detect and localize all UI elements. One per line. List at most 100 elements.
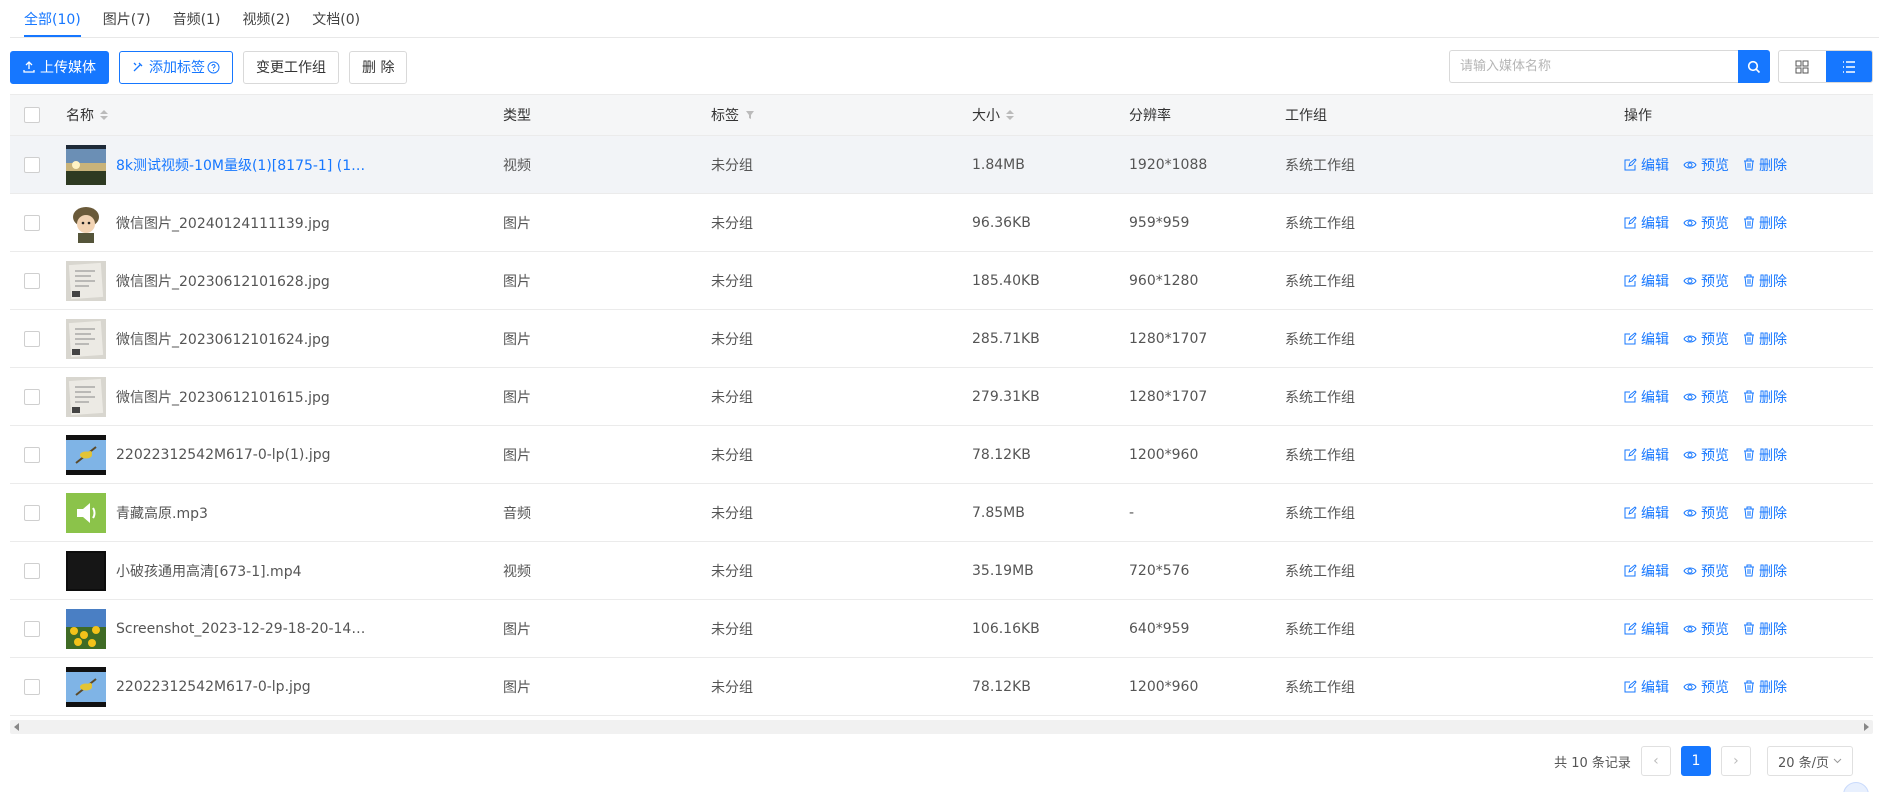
media-name[interactable]: 青藏高原.mp3 [116, 503, 208, 523]
scroll-right-icon[interactable] [1864, 723, 1869, 731]
edit-button[interactable]: 编辑 [1624, 329, 1669, 349]
row-checkbox[interactable] [24, 388, 40, 405]
header-size[interactable]: 大小 [972, 95, 1014, 135]
delete-row-button[interactable]: 删除 [1743, 387, 1787, 407]
delete-row-button[interactable]: 删除 [1743, 619, 1787, 639]
delete-button[interactable]: 删 除 [349, 50, 408, 84]
search-button[interactable] [1738, 50, 1770, 83]
preview-button[interactable]: 预览 [1683, 329, 1729, 349]
edit-button[interactable]: 编辑 [1624, 619, 1669, 639]
tab-documents[interactable]: 文档(0) [312, 9, 360, 37]
table-row[interactable]: 青藏高原.mp3 音频 未分组 7.85MB - 系统工作组 编辑 预览 删除 [10, 484, 1873, 542]
media-thumbnail[interactable] [66, 608, 106, 649]
media-name[interactable]: 8k测试视频-10M量级(1)[8175-1] (1).... [116, 155, 366, 175]
delete-row-button[interactable]: 删除 [1743, 213, 1787, 233]
media-thumbnail[interactable] [66, 492, 106, 533]
row-checkbox[interactable] [24, 446, 40, 463]
row-checkbox[interactable] [24, 504, 40, 521]
media-thumbnail[interactable] [66, 318, 106, 359]
media-thumbnail[interactable] [66, 666, 106, 707]
page-size-select[interactable]: 20 条/页 [1766, 746, 1853, 776]
change-group-button[interactable]: 变更工作组 [243, 50, 339, 84]
tab-all[interactable]: 全部(10) [24, 9, 81, 37]
table-row[interactable]: 22022312542M617-0-lp(1).jpg 图片 未分组 78.12KB 1… [10, 426, 1873, 484]
table-row[interactable]: 微信图片_20230612101624.jpg 图片 未分组 285.71KB 1280… [10, 310, 1873, 368]
row-checkbox[interactable] [24, 330, 40, 347]
tab-audio[interactable]: 音频(1) [173, 9, 221, 37]
delete-row-button[interactable]: 删除 [1743, 561, 1787, 581]
row-checkbox[interactable] [24, 214, 40, 231]
prev-page-button[interactable]: ‹ [1640, 746, 1671, 776]
media-name[interactable]: 22022312542M617-0-lp.jpg [116, 679, 311, 695]
edit-button[interactable]: 编辑 [1624, 677, 1669, 697]
media-thumbnail[interactable] [66, 376, 106, 417]
row-checkbox[interactable] [24, 272, 40, 289]
media-thumbnail[interactable] [66, 144, 106, 185]
media-name[interactable]: 微信图片_20230612101615.jpg [116, 387, 330, 407]
sort-icon[interactable] [1006, 110, 1014, 120]
preview-button[interactable]: 预览 [1683, 503, 1729, 523]
list-view-button[interactable] [1825, 51, 1872, 82]
row-checkbox[interactable] [24, 156, 40, 173]
media-name[interactable]: 微信图片_20230612101628.jpg [116, 271, 330, 291]
table-row[interactable]: 微信图片_20230612101615.jpg 图片 未分组 279.31KB 1280… [10, 368, 1873, 426]
table-row[interactable]: 22022312542M617-0-lp.jpg 图片 未分组 78.12KB 1200… [10, 658, 1873, 716]
row-checkbox[interactable] [24, 562, 40, 579]
media-thumbnail[interactable] [66, 202, 106, 243]
preview-button[interactable]: 预览 [1683, 561, 1729, 581]
media-name[interactable]: Screenshot_2023-12-29-18-20-14-78... [116, 621, 366, 637]
edit-button[interactable]: 编辑 [1624, 561, 1669, 581]
next-page-button[interactable]: › [1720, 746, 1751, 776]
upload-media-button[interactable]: 上传媒体 [10, 50, 109, 84]
table-row[interactable]: Screenshot_2023-12-29-18-20-14-78... 图片 未分… [10, 600, 1873, 658]
media-name[interactable]: 微信图片_20230612101624.jpg [116, 329, 330, 349]
preview-button[interactable]: 预览 [1683, 387, 1729, 407]
media-thumbnail[interactable] [66, 434, 106, 475]
edit-button[interactable]: 编辑 [1624, 271, 1669, 291]
edit-button[interactable]: 编辑 [1624, 503, 1669, 523]
delete-row-button[interactable]: 删除 [1743, 503, 1787, 523]
delete-row-button[interactable]: 删除 [1743, 271, 1787, 291]
edit-button[interactable]: 编辑 [1624, 155, 1669, 175]
header-tag[interactable]: 标签 [711, 95, 755, 135]
media-name[interactable]: 微信图片_20240124111139.jpg [116, 213, 330, 233]
media-thumbnail[interactable] [66, 260, 106, 301]
edit-button[interactable]: 编辑 [1624, 445, 1669, 465]
add-tag-button[interactable]: 添加标签 [119, 50, 233, 84]
table-row[interactable]: 小破孩通用高清[673-1].mp4 视频 未分组 35.19MB 720*576 系统工… [10, 542, 1873, 600]
media-thumbnail[interactable] [66, 550, 106, 591]
preview-button[interactable]: 预览 [1683, 677, 1729, 697]
search-input[interactable] [1449, 50, 1738, 83]
media-name[interactable]: 22022312542M617-0-lp(1).jpg [116, 447, 331, 463]
select-all-checkbox[interactable] [24, 107, 40, 123]
table-row[interactable]: 微信图片_20230612101628.jpg 图片 未分组 185.40KB 960*… [10, 252, 1873, 310]
grid-view-button[interactable] [1779, 51, 1826, 82]
delete-row-button[interactable]: 删除 [1743, 677, 1787, 697]
preview-button[interactable]: 预览 [1683, 155, 1729, 175]
tab-video[interactable]: 视频(2) [242, 9, 290, 37]
header-name[interactable]: 名称 [66, 95, 108, 135]
table-row[interactable]: 8k测试视频-10M量级(1)[8175-1] (1).... 视频 未分组 1.84… [10, 136, 1873, 194]
delete-row-button[interactable]: 删除 [1743, 445, 1787, 465]
delete-row-button[interactable]: 删除 [1743, 329, 1787, 349]
sort-icon[interactable] [100, 110, 108, 120]
preview-button[interactable]: 预览 [1683, 445, 1729, 465]
scroll-left-icon[interactable] [14, 723, 19, 731]
row-checkbox[interactable] [24, 620, 40, 637]
delete-row-button[interactable]: 删除 [1743, 155, 1787, 175]
horizontal-scrollbar[interactable] [10, 720, 1873, 734]
media-name[interactable]: 小破孩通用高清[673-1].mp4 [116, 561, 302, 581]
edit-label: 编辑 [1641, 273, 1669, 290]
edit-button[interactable]: 编辑 [1624, 213, 1669, 233]
preview-button[interactable]: 预览 [1683, 619, 1729, 639]
preview-button[interactable]: 预览 [1683, 213, 1729, 233]
preview-label: 预览 [1701, 505, 1729, 522]
filter-icon[interactable] [745, 110, 755, 120]
tab-images[interactable]: 图片(7) [103, 9, 151, 37]
table-row[interactable]: 微信图片_20240124111139.jpg 图片 未分组 96.36KB 959*9… [10, 194, 1873, 252]
edit-button[interactable]: 编辑 [1624, 387, 1669, 407]
preview-button[interactable]: 预览 [1683, 271, 1729, 291]
back-to-top-button[interactable] [1843, 782, 1869, 792]
page-number-button[interactable]: 1 [1680, 746, 1711, 776]
row-checkbox[interactable] [24, 678, 40, 695]
